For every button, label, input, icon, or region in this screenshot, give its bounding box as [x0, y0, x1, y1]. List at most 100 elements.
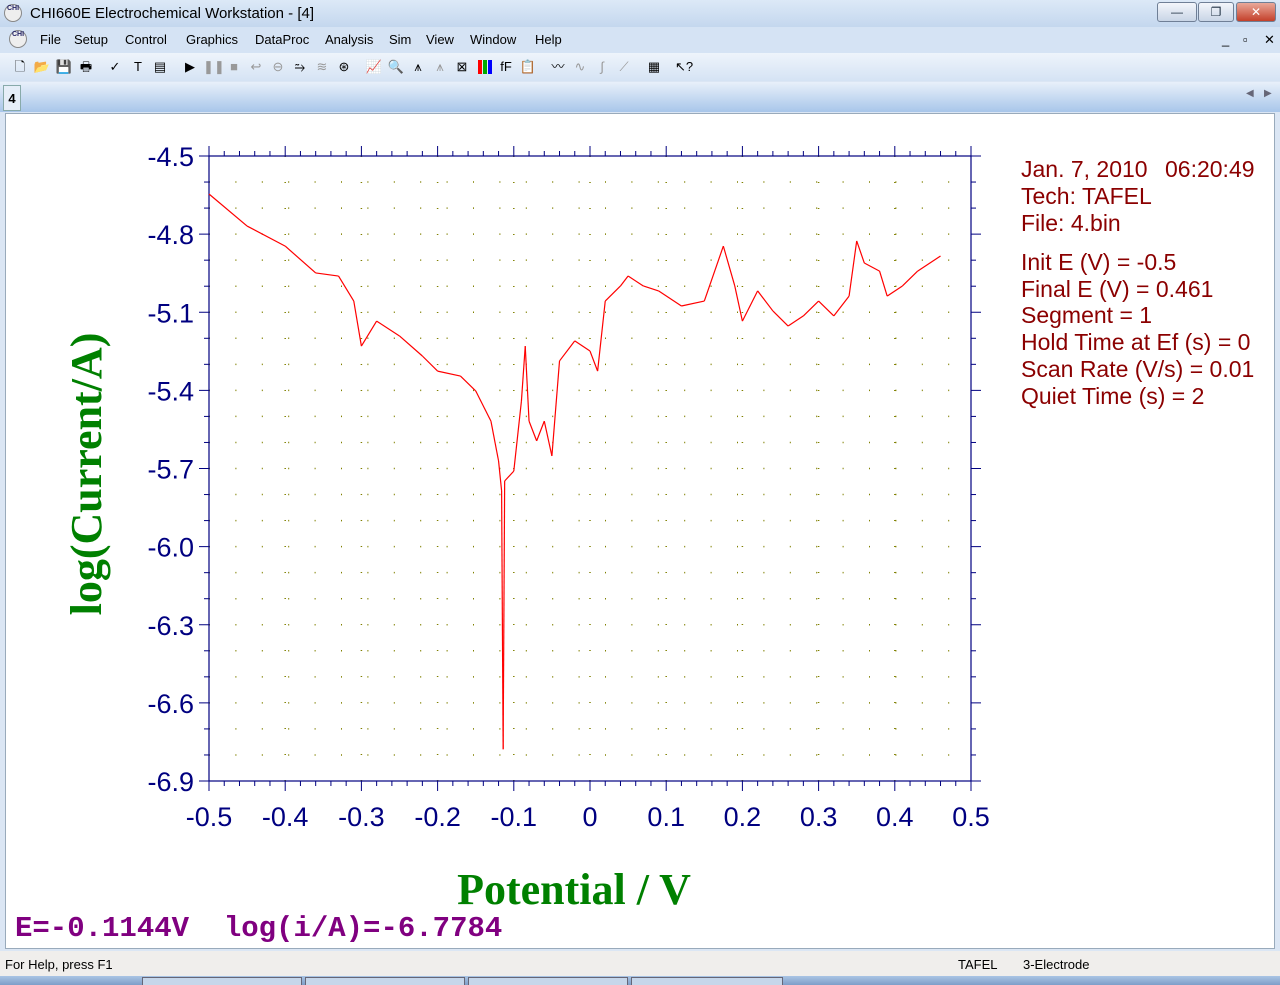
- info-param: Scan Rate (V/s) = 0.01: [1021, 356, 1254, 382]
- integral-icon[interactable]: ∫: [593, 58, 611, 76]
- context-help-icon[interactable]: ↖?: [675, 58, 693, 76]
- reverse-icon[interactable]: ↩: [247, 58, 265, 76]
- run-icon[interactable]: ▶: [181, 58, 199, 76]
- graph-icon[interactable]: 📈: [365, 58, 383, 76]
- x-tick-label: 0.1: [647, 802, 685, 832]
- device-icon[interactable]: ⊠: [453, 58, 471, 76]
- curve-segment: [536, 420, 545, 442]
- curve-segment: [833, 295, 850, 317]
- app-icon: CHI: [4, 4, 22, 22]
- restore-button[interactable]: ❐: [1198, 2, 1234, 22]
- minimize-button[interactable]: —: [1157, 2, 1197, 22]
- doc-icon[interactable]: CHI: [9, 30, 27, 48]
- x-tick-label: -0.2: [414, 802, 461, 832]
- curve-segment: [902, 270, 919, 287]
- y-tick-label: -6.0: [147, 533, 194, 563]
- new-icon[interactable]: 🗋: [11, 58, 29, 76]
- curve-segment: [376, 320, 400, 337]
- curve-segment: [878, 270, 888, 297]
- curve-segment: [848, 240, 858, 297]
- font-icon[interactable]: fF: [497, 58, 515, 76]
- parameters-icon[interactable]: ▤: [151, 58, 169, 76]
- menu-view[interactable]: View: [426, 32, 454, 47]
- color-icon[interactable]: [475, 58, 493, 76]
- x-tick-label: 0.5: [952, 802, 990, 832]
- cell-icon[interactable]: ≋: [313, 58, 331, 76]
- curve-segment: [787, 315, 804, 327]
- zoom-icon[interactable]: 🔍: [387, 58, 405, 76]
- pause-icon[interactable]: ❚❚: [203, 58, 225, 76]
- curve-segment: [513, 400, 523, 472]
- derivative-icon[interactable]: ∿: [571, 58, 589, 76]
- x-tick-label: -0.3: [338, 802, 385, 832]
- open-icon[interactable]: 📂: [33, 58, 51, 76]
- taskbar-button[interactable]: [305, 977, 465, 985]
- text-report-icon[interactable]: ▦: [645, 58, 663, 76]
- curve-segment: [734, 285, 743, 322]
- info-param: Init E (V) = -0.5: [1021, 249, 1176, 275]
- overlay-icon[interactable]: ⩚: [431, 58, 449, 76]
- menu-bar: CHI File Setup Control Graphics DataProc Anal…: [0, 27, 1280, 53]
- mdi-restore-button[interactable]: ▫: [1243, 32, 1248, 47]
- menu-analysis[interactable]: Analysis: [325, 32, 373, 47]
- clipboard-icon[interactable]: 📋: [519, 58, 537, 76]
- curve-segment: [757, 290, 774, 312]
- x-tick-label: -0.5: [186, 802, 233, 832]
- y-axis-label: log(Current/A): [62, 333, 111, 616]
- menu-control[interactable]: Control: [125, 32, 167, 47]
- menu-dataproc[interactable]: DataProc: [255, 32, 309, 47]
- y-tick-label: -5.1: [147, 298, 194, 328]
- menu-sim[interactable]: Sim: [389, 32, 411, 47]
- curve-segment: [353, 300, 362, 347]
- cursor-readout: E=-0.1144V log(i/A)=-6.7784: [15, 912, 502, 945]
- rotator-icon[interactable]: ⊛: [335, 58, 353, 76]
- close-button[interactable]: ✕: [1236, 2, 1276, 22]
- x-tick-label: 0.2: [724, 802, 762, 832]
- info-param: Segment = 1: [1021, 302, 1152, 328]
- curve-segment: [360, 320, 378, 347]
- technique-icon[interactable]: T: [129, 58, 147, 76]
- stop-icon[interactable]: ■: [225, 58, 243, 76]
- info-date: Jan. 7, 2010: [1021, 156, 1148, 182]
- curve-segment: [627, 275, 644, 287]
- curve-segment: [504, 470, 515, 482]
- save-icon[interactable]: 💾: [55, 58, 73, 76]
- taskbar-button[interactable]: [468, 977, 628, 985]
- curve-segment: [460, 375, 477, 392]
- curve-segment: [658, 290, 682, 307]
- taskbar-button[interactable]: [142, 977, 302, 985]
- mdi-minimize-button[interactable]: _: [1222, 32, 1229, 47]
- curve-segment: [520, 346, 526, 402]
- curve-segment: [818, 300, 835, 317]
- tab-scroll-left-icon[interactable]: ◀: [1246, 88, 1254, 99]
- ir-comp-icon[interactable]: ⊖: [269, 58, 287, 76]
- menu-help[interactable]: Help: [535, 32, 562, 47]
- curve-segment: [802, 300, 820, 317]
- curve-segment: [399, 335, 423, 357]
- curve-segment: [772, 310, 789, 327]
- peak-icon[interactable]: ⩚: [409, 58, 427, 76]
- smooth-icon[interactable]: 〰: [549, 58, 567, 76]
- curve-segment: [528, 420, 538, 442]
- curve-segment: [864, 262, 880, 272]
- y-tick-label: -6.6: [147, 689, 194, 719]
- info-param: Quiet Time (s) = 2: [1021, 383, 1204, 409]
- taskbar-button[interactable]: [631, 977, 783, 985]
- curve-segment: [284, 245, 317, 274]
- y-tick-label: -6.9: [147, 767, 194, 797]
- menu-window[interactable]: Window: [470, 32, 516, 47]
- tab-4[interactable]: 4: [3, 85, 21, 111]
- curve-segment: [490, 420, 500, 462]
- info-param: Hold Time at Ef (s) = 0: [1021, 329, 1250, 355]
- menu-setup[interactable]: Setup: [74, 32, 108, 47]
- curve-segment: [589, 350, 599, 372]
- menu-file[interactable]: File: [40, 32, 61, 47]
- menu-graphics[interactable]: Graphics: [186, 32, 238, 47]
- mdi-close-button[interactable]: ✕: [1264, 32, 1275, 48]
- fit-icon[interactable]: ⟋: [615, 58, 633, 76]
- tab-scroll-right-icon[interactable]: ▶: [1264, 88, 1272, 99]
- filter-icon[interactable]: ⥲: [291, 58, 309, 76]
- print-icon[interactable]: 🖶: [77, 58, 95, 76]
- system-icon[interactable]: ✓: [106, 58, 124, 76]
- y-tick-label: -5.7: [147, 455, 194, 485]
